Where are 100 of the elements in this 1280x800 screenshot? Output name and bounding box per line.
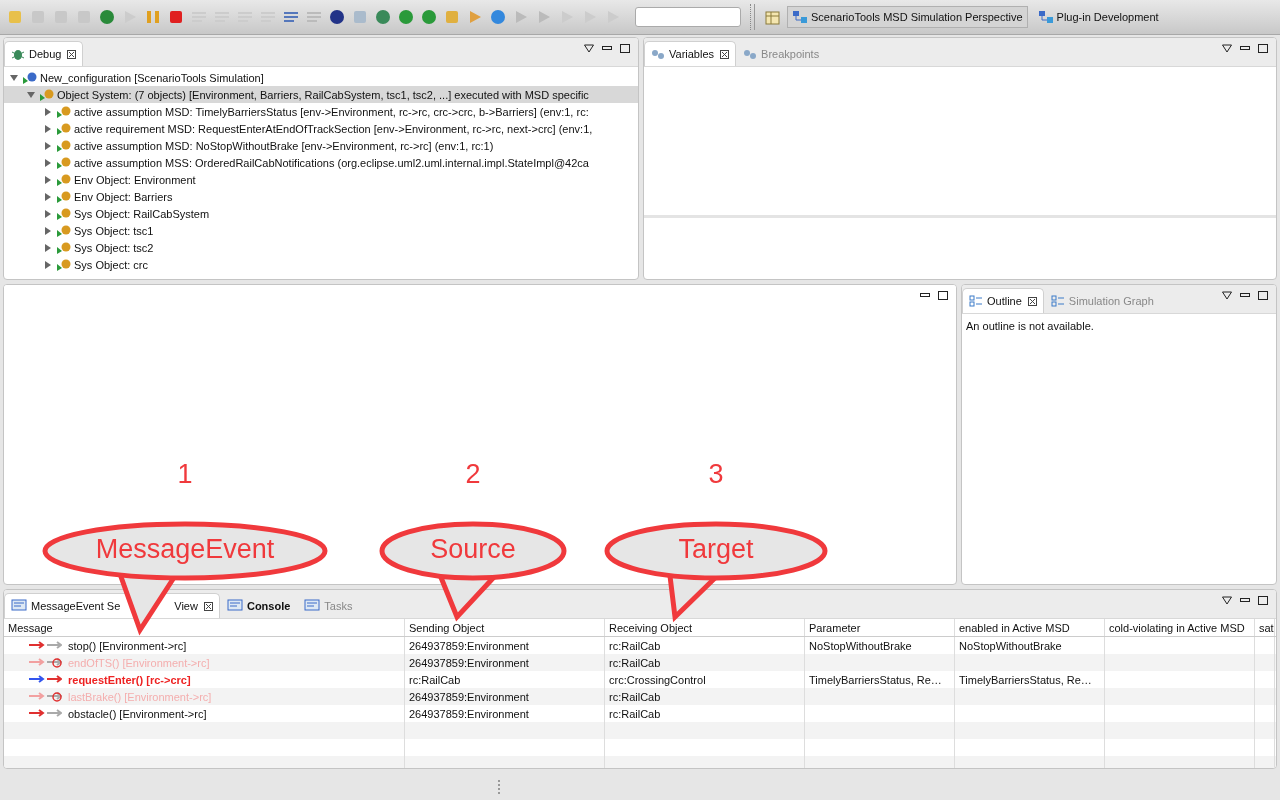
view-menu-icon[interactable]	[1222, 43, 1232, 53]
table-cell: 264937859:Environment	[409, 639, 529, 652]
dots-icon	[743, 48, 758, 60]
perspective-icon	[1037, 10, 1054, 24]
table-cell: rc:RailCab	[409, 673, 461, 686]
twisty-icon[interactable]	[44, 192, 52, 201]
annotation-number: 1	[176, 459, 194, 490]
table-cell: crc:CrossingControl	[609, 673, 706, 686]
tree-item[interactable]: Sys Object: crc	[4, 256, 638, 273]
message-arrows-icon	[28, 657, 62, 668]
message-arrows-icon	[28, 691, 62, 702]
dots-icon	[651, 48, 665, 60]
twisty-icon[interactable]	[44, 141, 52, 150]
callout-label: MessageEvent	[94, 534, 276, 565]
tree-item[interactable]: active requirement MSD: RequestEnterAtEndOfTrackSection [env->Environment, rc->rc, next->crc] (env:1,	[4, 120, 638, 137]
table-cell: rc:RailCab	[609, 707, 661, 720]
close-icon[interactable]	[1027, 296, 1037, 306]
twisty-icon[interactable]	[44, 175, 52, 184]
outline-icon	[1050, 295, 1065, 307]
node-icon	[39, 87, 55, 102]
tree-item[interactable]: active assumption MSS: OrderedRailCabNotifications (org.eclipse.uml2.uml.internal.impl.StateImpl@42ca	[4, 154, 638, 171]
node-icon	[56, 155, 72, 170]
node-icon	[56, 206, 72, 221]
node-icon	[56, 121, 72, 136]
annotation-number: 2	[464, 459, 482, 490]
search-field[interactable]	[635, 7, 741, 27]
outline-message: An outline is not available.	[965, 319, 1095, 334]
tree-item[interactable]: New_configuration [ScenarioTools Simulation]	[4, 69, 638, 86]
column-header[interactable]: cold-violating in Active MSD	[1105, 619, 1255, 636]
twisty-icon[interactable]	[44, 124, 52, 133]
node-icon	[56, 138, 72, 153]
node-icon	[56, 223, 72, 238]
message-arrows-icon	[28, 674, 62, 685]
callout-label: Target	[677, 534, 755, 565]
node-icon	[56, 189, 72, 204]
tree-item[interactable]: active assumption MSD: TimelyBarriersStatus [env->Environment, rc->rc, crc->crc, b->Barriers] (env:1, rc:	[4, 103, 638, 120]
table-cell: 264937859:Environment	[409, 690, 529, 703]
minimize-icon[interactable]	[1240, 43, 1250, 53]
twisty-icon[interactable]	[27, 90, 35, 99]
tree-item[interactable]: Sys Object: tsc1	[4, 222, 638, 239]
minimize-icon[interactable]	[920, 290, 930, 300]
table-cell: 264937859:Environment	[409, 656, 529, 669]
view-menu-icon[interactable]	[584, 43, 594, 53]
callout-label: Source	[429, 534, 517, 565]
node-icon	[56, 104, 72, 119]
message-cell: endOfTS() [Environment->rc]	[68, 656, 210, 669]
maximize-icon[interactable]	[938, 290, 948, 300]
minimize-icon[interactable]	[1240, 595, 1250, 605]
tree-item[interactable]: Env Object: Environment	[4, 171, 638, 188]
maximize-icon[interactable]	[1258, 43, 1268, 53]
maximize-icon[interactable]	[1258, 290, 1268, 300]
view-tab[interactable]: Variables	[644, 41, 737, 66]
minimize-icon[interactable]	[1240, 290, 1250, 300]
close-icon[interactable]	[67, 49, 77, 59]
perspective-button[interactable]: ScenarioTools MSD Simulation Perspective	[787, 6, 1028, 28]
twisty-icon[interactable]	[10, 73, 18, 82]
tree-item[interactable]: Sys Object: RailCabSystem	[4, 205, 638, 222]
perspective-icon	[792, 10, 808, 24]
table-cell: rc:RailCab	[609, 639, 661, 652]
node-icon	[22, 70, 38, 85]
tree-item[interactable]: Sys Object: tsc2	[4, 239, 638, 256]
tree-item[interactable]: Env Object: Barriers	[4, 188, 638, 205]
table-cell: rc:RailCab	[609, 656, 661, 669]
maximize-icon[interactable]	[1258, 595, 1268, 605]
twisty-icon[interactable]	[44, 209, 52, 218]
view-tab[interactable]: Outline	[962, 288, 1044, 313]
twisty-icon[interactable]	[44, 226, 52, 235]
stop-icon[interactable]	[167, 8, 185, 26]
view-tab[interactable]: Console	[219, 593, 298, 618]
view-icon	[11, 599, 27, 613]
tree-item[interactable]: Object System: (7 objects) [Environment, Barriers, RailCabSystem, tsc1, tsc2, ...] executed with MSD specific	[4, 86, 638, 103]
message-cell: stop() [Environment->rc]	[68, 639, 187, 652]
view-icon	[304, 599, 321, 613]
message-arrows-icon	[28, 640, 62, 651]
message-cell: requestEnter() [rc->crc]	[68, 673, 191, 686]
perspective-button[interactable]: Plug-in Development	[1032, 6, 1164, 28]
close-icon[interactable]	[203, 601, 213, 611]
node-icon	[56, 240, 72, 255]
view-icon	[226, 599, 243, 613]
twisty-icon[interactable]	[44, 158, 52, 167]
twisty-icon[interactable]	[44, 260, 52, 269]
debug-tab[interactable]: Debug	[4, 41, 84, 66]
message-arrows-icon	[28, 708, 62, 719]
grip-icon[interactable]	[498, 779, 502, 794]
annotation-number: 3	[707, 459, 725, 490]
close-icon[interactable]	[720, 49, 730, 59]
twisty-icon[interactable]	[44, 107, 52, 116]
twisty-icon[interactable]	[44, 243, 52, 252]
tree-item[interactable]: active assumption MSD: NoStopWithoutBrake [env->Environment, rc->rc] (env:1, rc:1)	[4, 137, 638, 154]
column-header[interactable]: Parameter	[805, 619, 955, 636]
table-cell: TimelyBarriersStatus, Re…	[959, 673, 1092, 686]
node-icon	[56, 257, 72, 272]
table-cell: NoStopWithoutBrake	[959, 639, 1062, 652]
view-menu-icon[interactable]	[1222, 290, 1232, 300]
maximize-icon[interactable]	[620, 43, 630, 53]
view-menu-icon[interactable]	[1222, 595, 1232, 605]
column-header[interactable]: sat	[1255, 619, 1275, 636]
minimize-icon[interactable]	[602, 43, 612, 53]
message-cell: obstacle() [Environment->rc]	[68, 707, 207, 720]
column-header[interactable]: enabled in Active MSD	[955, 619, 1105, 636]
